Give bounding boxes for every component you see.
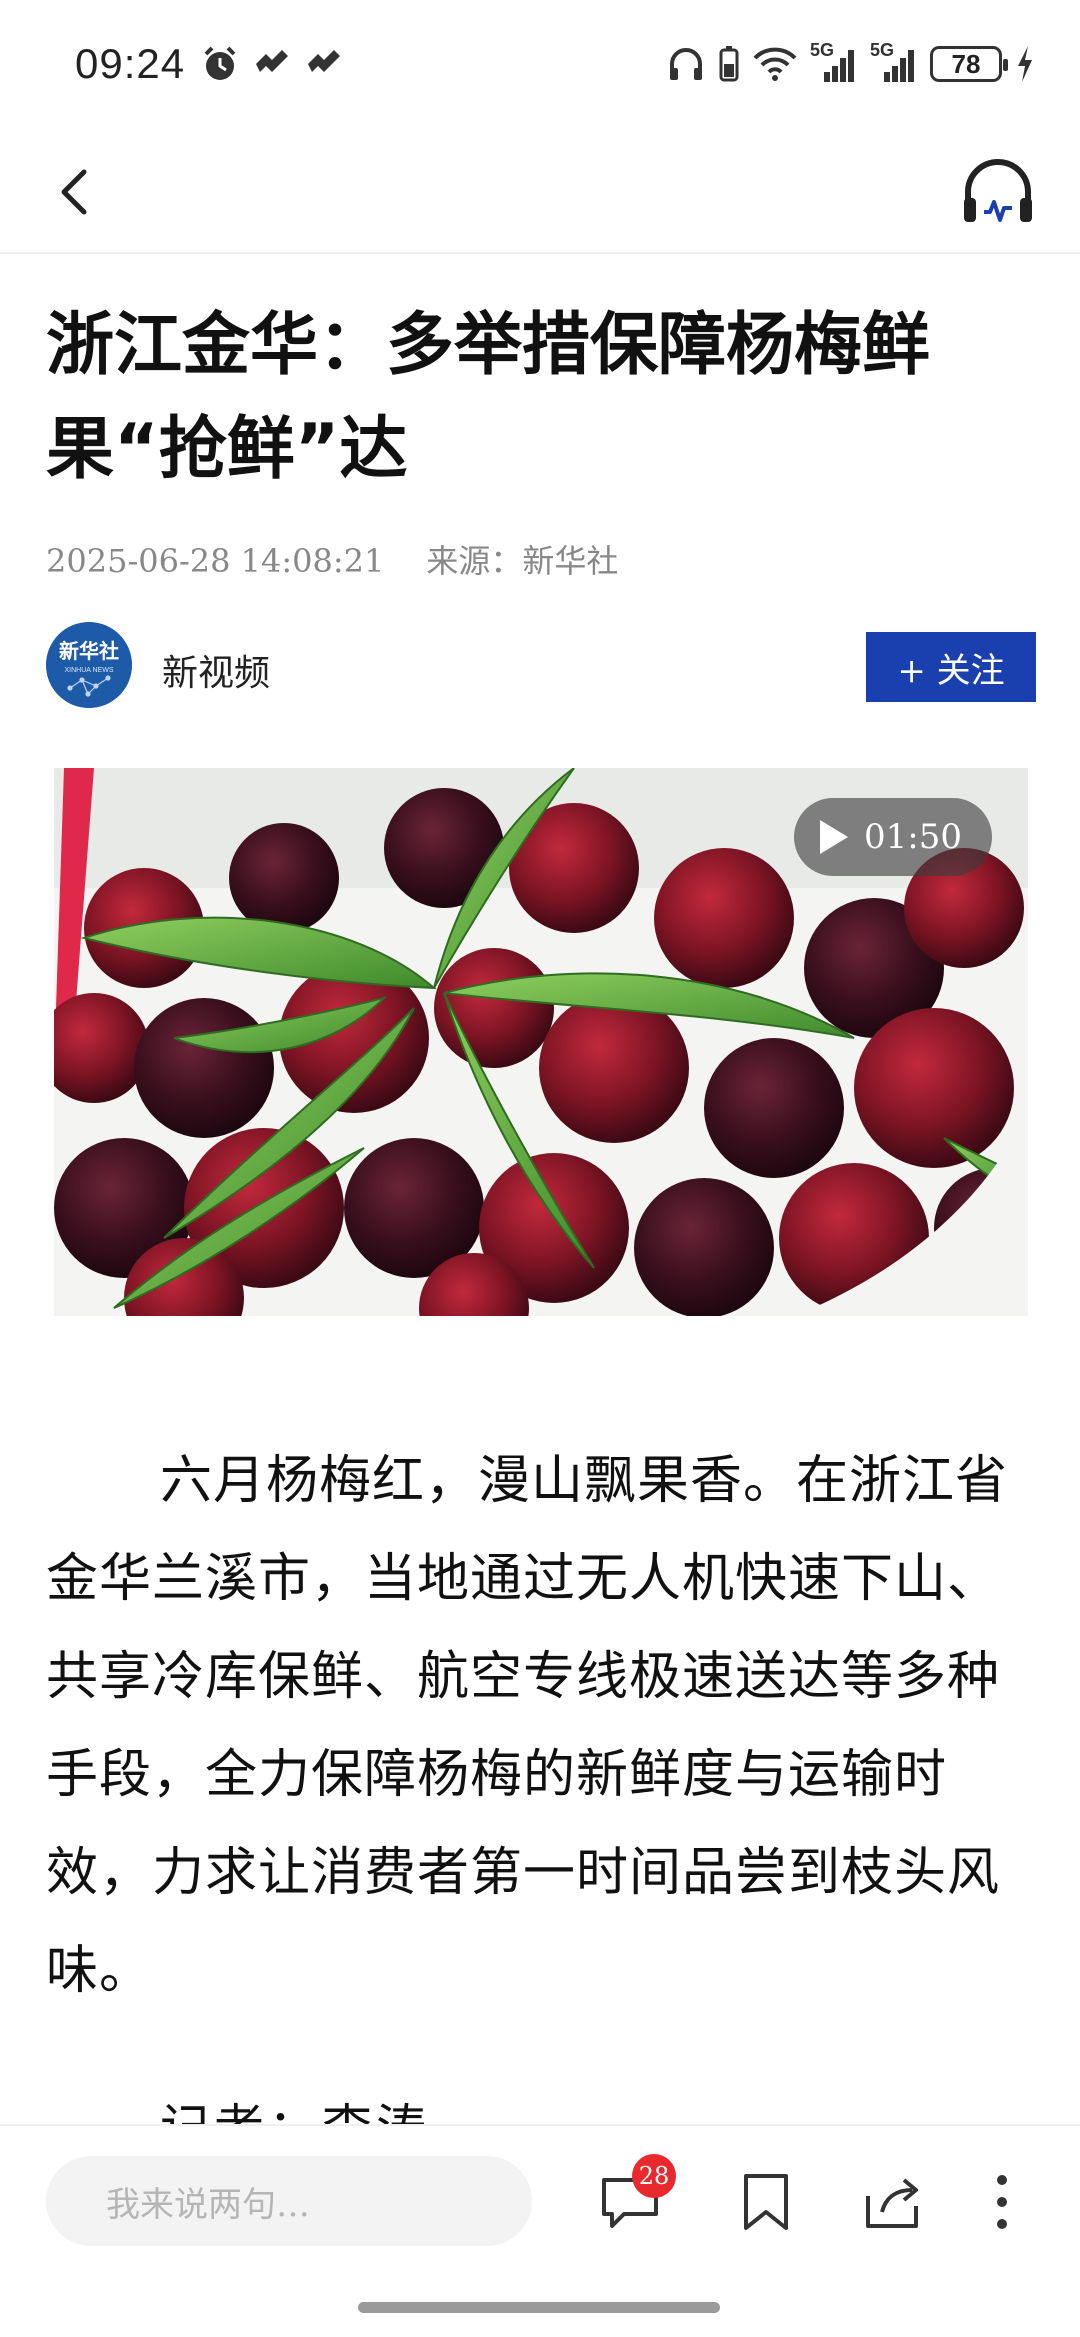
video-duration-badge[interactable]: 01:50: [794, 798, 992, 876]
more-icon[interactable]: [966, 2166, 1038, 2238]
article-title: 浙江金华：多举措保障杨梅鲜果“抢鲜”达: [46, 306, 931, 489]
author-row: 新华社 XINHUA NEWS 新视频 + 关注: [46, 620, 1036, 710]
author-name[interactable]: 新视频: [162, 644, 270, 696]
video-player[interactable]: 01:50: [54, 768, 1028, 1316]
headset-status-icon: [670, 48, 702, 80]
follow-button[interactable]: + 关注: [866, 632, 1036, 702]
status-time: 09:24: [75, 40, 186, 87]
article-meta: 2025-06-28 14:08:21 来源：新华社: [46, 536, 618, 582]
signal-strength-icon: 5G: [810, 40, 858, 84]
top-nav-bar: [0, 130, 1080, 254]
battery-indicator: 78: [930, 46, 1008, 82]
video-duration: 01:50: [864, 817, 962, 857]
status-system-icons: 5G 5G 78: [666, 40, 1036, 84]
bookmark-icon[interactable]: [730, 2166, 802, 2238]
share-icon[interactable]: [856, 2166, 928, 2238]
status-bar: 09:24 5G 5G 78: [0, 0, 1080, 130]
bottom-action-bar: 我来说两句… 28: [0, 2124, 1080, 2337]
charging-icon: [1018, 46, 1032, 82]
headphones-icon[interactable]: [958, 152, 1038, 232]
home-indicator[interactable]: [358, 2302, 720, 2313]
status-notification-icons: [200, 44, 344, 84]
publish-date: 2025-06-28 14:08:21: [46, 542, 385, 580]
svg-text:新华社: 新华社: [59, 639, 119, 663]
article-source: 来源：新华社: [426, 542, 619, 580]
app-notification-icon-2: [308, 50, 340, 72]
comment-input[interactable]: 我来说两句…: [46, 2156, 532, 2246]
xinhua-logo-icon: 新华社 XINHUA NEWS: [46, 622, 132, 708]
battery-saver-icon: [719, 46, 739, 82]
svg-text:XINHUA NEWS: XINHUA NEWS: [64, 667, 113, 674]
article-body-paragraph: 六月杨梅红，漫山飘果香。在浙江省金华兰溪市，当地通过无人机快速下山、共享冷库保鲜…: [46, 1451, 1009, 2001]
chevron-left-icon[interactable]: [44, 160, 108, 224]
alarm-icon: [204, 46, 236, 80]
play-icon[interactable]: [820, 820, 849, 854]
wifi-icon: [753, 47, 797, 81]
avatar[interactable]: 新华社 XINHUA NEWS: [46, 622, 132, 708]
app-notification-icon: [256, 50, 288, 72]
comment-count-badge: 28: [632, 2154, 676, 2198]
signal-strength-icon-2: 5G: [870, 40, 918, 84]
